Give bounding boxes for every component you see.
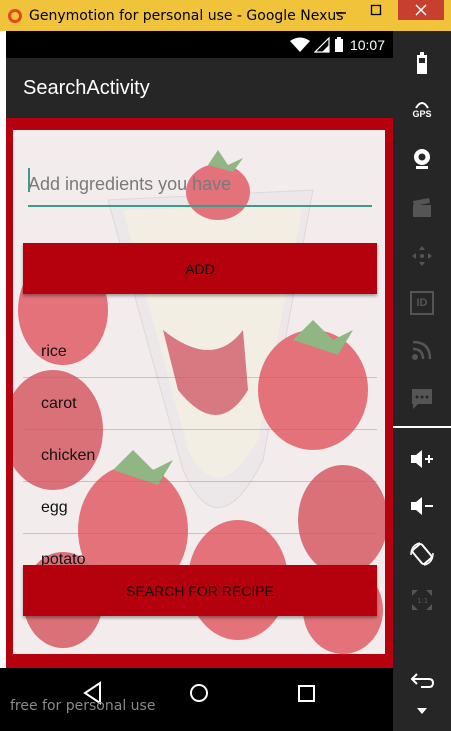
battery-icon	[417, 52, 427, 74]
maximize-icon	[370, 4, 382, 16]
sms-icon	[412, 389, 432, 409]
activity-title: SearchActivity	[23, 76, 150, 99]
status-clock: 10:07	[349, 36, 385, 53]
volume-up-button[interactable]	[393, 447, 451, 471]
capture-widget-button[interactable]	[393, 197, 451, 219]
device-id-widget-button[interactable]: ID	[393, 291, 451, 315]
back-button[interactable]	[393, 671, 451, 689]
genymotion-side-panel: GPS ID 1:1	[393, 31, 451, 731]
search-recipe-button[interactable]: SEARCH FOR RECIPE	[23, 565, 377, 616]
signal-icon	[313, 36, 330, 53]
content-area: ADD rice carot chicken egg potato SEARCH…	[6, 118, 393, 668]
camera-icon	[414, 149, 430, 169]
network-widget-button[interactable]	[393, 339, 451, 361]
pixel-scale-button[interactable]: 1:1	[393, 588, 451, 612]
clapper-icon	[413, 198, 431, 217]
list-item[interactable]: chicken	[23, 430, 377, 482]
close-button[interactable]	[398, 0, 444, 20]
recents-icon[interactable]	[298, 685, 315, 702]
svg-text:1:1: 1:1	[417, 597, 428, 605]
camera-widget-button[interactable]	[393, 147, 451, 171]
list-item[interactable]: egg	[23, 482, 377, 534]
window-title-bar: Genymotion for personal use - Google Nex…	[0, 0, 451, 31]
volume-up-icon	[411, 450, 433, 468]
app-bar: SearchActivity	[6, 58, 393, 118]
list-item[interactable]: carot	[23, 378, 377, 430]
gps-label: GPS	[412, 109, 432, 119]
watermark-text: free for personal use	[10, 698, 156, 714]
add-button[interactable]: ADD	[23, 243, 377, 294]
wifi-icon	[289, 37, 310, 52]
maximize-button[interactable]	[356, 0, 396, 20]
gps-widget-button[interactable]: GPS	[393, 99, 451, 119]
minimize-icon	[336, 12, 346, 14]
dpad-icon	[412, 246, 432, 266]
battery-icon	[334, 37, 343, 52]
volume-down-button[interactable]	[393, 494, 451, 518]
gps-icon	[415, 102, 429, 109]
battery-widget-button[interactable]	[393, 51, 451, 75]
panel-divider	[393, 426, 451, 428]
minimize-button[interactable]	[326, 0, 356, 20]
window-title: Genymotion for personal use - Google Nex…	[29, 7, 344, 24]
status-bar: 10:07	[6, 31, 393, 58]
ingredient-list[interactable]: rice carot chicken egg potato	[23, 326, 377, 586]
id-icon: ID	[410, 291, 434, 315]
rss-icon	[412, 340, 432, 360]
menu-icon	[417, 708, 427, 714]
list-item[interactable]: rice	[23, 326, 377, 378]
search-card: ADD rice carot chicken egg potato SEARCH…	[13, 130, 385, 654]
back-icon	[410, 673, 435, 688]
close-icon	[415, 4, 427, 16]
sms-widget-button[interactable]	[393, 387, 451, 411]
rotate-button[interactable]	[393, 541, 451, 567]
home-icon[interactable]	[190, 684, 208, 702]
volume-down-icon	[411, 497, 433, 515]
scale-icon: 1:1	[412, 590, 432, 610]
rotate-icon	[410, 542, 434, 566]
ingredient-input[interactable]	[28, 163, 372, 207]
id-label: ID	[416, 297, 428, 309]
genymotion-logo-icon	[8, 8, 22, 23]
device-screen: 10:07 SearchActivity Add ingredients you…	[6, 31, 393, 699]
dpad-widget-button[interactable]	[393, 244, 451, 268]
menu-button[interactable]	[393, 707, 451, 715]
